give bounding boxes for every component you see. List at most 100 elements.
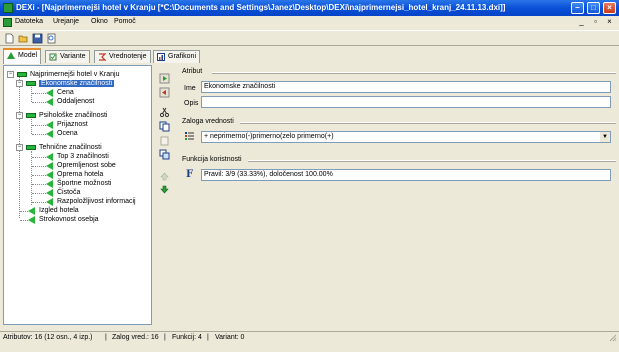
maximize-button[interactable]: □	[587, 2, 600, 14]
move-down-icon[interactable]	[159, 184, 170, 195]
scale-group-label: Zaloga vrednosti	[182, 118, 234, 125]
paste-icon[interactable]	[159, 135, 170, 146]
tree-node-oddaljenost[interactable]: Oddaljenost	[57, 97, 94, 106]
new-file-icon[interactable]	[4, 33, 15, 44]
add-attribute-icon[interactable]	[159, 73, 170, 84]
basic-attribute-icon	[28, 216, 35, 224]
description-label: Opis	[184, 100, 199, 107]
menu-pomoc[interactable]: Pomoč	[114, 18, 136, 25]
tree-node-izgled-hotela[interactable]: Izgled hotela	[39, 206, 79, 215]
basic-attribute-icon	[46, 89, 53, 97]
status-functions: Funkcij: 4	[172, 334, 202, 341]
tree-expander[interactable]: −	[16, 144, 23, 151]
minimize-button[interactable]: –	[571, 2, 584, 14]
tree-node-sportne-moznosti[interactable]: Športne možnosti	[57, 179, 111, 188]
resize-grip-icon[interactable]	[609, 334, 617, 342]
aggregate-attribute-icon	[26, 113, 36, 118]
function-field[interactable]: Pravil: 3/9 (33.33%), določenost 100.00%	[201, 169, 611, 181]
print-preview-icon[interactable]	[46, 33, 57, 44]
aggregate-attribute-icon	[17, 72, 27, 77]
open-folder-icon[interactable]	[18, 33, 29, 44]
tree-node-razpolozljivost[interactable]: Razpoložljivost informacij	[57, 197, 136, 206]
basic-attribute-icon	[46, 130, 53, 138]
menu-bar: Datoteka Urejanje Okno Pomoč _ ▫ ×	[0, 16, 619, 29]
tree-connector	[31, 87, 32, 102]
tree-node-prijaznost[interactable]: Prijaznost	[57, 120, 88, 129]
tree-connector	[32, 202, 46, 203]
delete-attribute-icon[interactable]	[159, 87, 170, 98]
tab-variante[interactable]: Variante	[45, 50, 90, 63]
mdi-minimize-icon[interactable]: _	[577, 18, 586, 27]
tab-model-label: Model	[18, 52, 38, 59]
copy-icon[interactable]	[159, 121, 170, 132]
basic-attribute-icon	[46, 121, 53, 129]
tree-connector	[32, 93, 46, 94]
basic-attribute-icon	[46, 189, 53, 197]
status-attributes: Atributov: 16 (12 osn., 4 izp.)	[3, 334, 93, 341]
tree-connector	[31, 119, 32, 134]
close-button[interactable]: ×	[603, 2, 616, 14]
tab-vrednotenje-label: Vrednotenje	[109, 53, 147, 60]
tree-node-oprema-hotela[interactable]: Oprema hotela	[57, 170, 103, 179]
tree-node-strokovnost-osebja[interactable]: Strokovnost osebja	[39, 215, 99, 224]
tree-root-label[interactable]: Najprimernejši hotel v Kranju	[30, 70, 119, 79]
name-field[interactable]: Ekonomske značilnosti	[201, 81, 611, 93]
tree-connector	[32, 166, 46, 167]
variants-icon	[49, 53, 57, 61]
menu-datoteka[interactable]: Datoteka	[15, 18, 43, 25]
tree-node-cistoca[interactable]: Čistoča	[57, 188, 80, 197]
attribute-editor: Atribut Ime Ekonomske značilnosti Opis Z…	[176, 65, 618, 325]
attribute-group-label: Atribut	[182, 68, 203, 75]
tree-node-cena[interactable]: Cena	[57, 88, 74, 97]
tree-connector	[20, 220, 28, 221]
tree-connector	[20, 211, 28, 212]
tree-node-label: Ekonomske značilnosti	[39, 80, 115, 87]
aggregate-attribute-icon	[26, 145, 36, 150]
tree-expander[interactable]: −	[16, 80, 23, 87]
mdi-restore-icon[interactable]: ▫	[591, 18, 600, 27]
chevron-down-icon[interactable]: ▼	[600, 132, 610, 142]
function-icon: F	[186, 169, 194, 180]
editor-toolbar	[154, 65, 175, 325]
menu-okno[interactable]: Okno	[91, 18, 108, 25]
dexi-app-icon	[3, 3, 13, 13]
tree-connector	[32, 184, 46, 185]
status-separator: |	[164, 334, 166, 341]
scale-list-icon	[185, 132, 194, 140]
scale-select[interactable]: + neprimerno(-)primerno(zelo primerno(+)…	[201, 131, 611, 143]
tab-model[interactable]: Model	[3, 48, 42, 64]
model-tree[interactable]: − Najprimernejši hotel v Kranju − Ekonom…	[3, 65, 152, 325]
basic-attribute-icon	[46, 180, 53, 188]
aggregate-attribute-icon	[26, 81, 36, 86]
tree-node-top3[interactable]: Top 3 značilnosti	[57, 152, 109, 161]
basic-attribute-icon	[46, 171, 53, 179]
mdi-close-icon[interactable]: ×	[605, 18, 614, 27]
tab-vrednotenje[interactable]: Vrednotenje	[94, 50, 151, 63]
tree-node-ekonomske[interactable]: Ekonomske značilnosti	[39, 79, 115, 88]
tree-connector	[32, 175, 46, 176]
window-bottom-edge	[0, 344, 619, 352]
move-up-icon[interactable]	[159, 171, 170, 182]
tree-node-opremljenost-sobe[interactable]: Opremljenost sobe	[57, 161, 116, 170]
tree-expander[interactable]: −	[16, 112, 23, 119]
tree-expander[interactable]: −	[7, 71, 14, 78]
name-field-value: Ekonomske značilnosti	[204, 83, 276, 90]
basic-attribute-icon	[46, 98, 53, 106]
basic-attribute-icon	[46, 162, 53, 170]
tree-node-ocena[interactable]: Ocena	[57, 129, 78, 138]
tab-grafikoni[interactable]: Grafikoni	[153, 50, 201, 63]
status-variants: Variant: 0	[215, 334, 245, 341]
duplicate-icon[interactable]	[159, 149, 170, 160]
status-bar: Atributov: 16 (12 osn., 4 izp.) | Zalog …	[0, 331, 619, 344]
tree-node-psiholoske[interactable]: Psihološke značilnosti	[39, 111, 107, 120]
tree-node-tehnicne[interactable]: Tehnične značilnosti	[39, 143, 102, 152]
window-title: DEXi - [Najprimernejši hotel v Kranju [*…	[16, 3, 506, 12]
basic-attribute-icon	[46, 198, 53, 206]
main-tabs: Model Variante Vrednotenje Grafikoni	[0, 47, 619, 64]
description-field[interactable]	[201, 96, 611, 108]
group-divider	[212, 72, 616, 74]
menu-urejanje[interactable]: Urejanje	[53, 18, 79, 25]
evaluation-icon	[99, 53, 106, 61]
save-icon[interactable]	[32, 33, 43, 44]
cut-icon[interactable]	[159, 107, 170, 118]
